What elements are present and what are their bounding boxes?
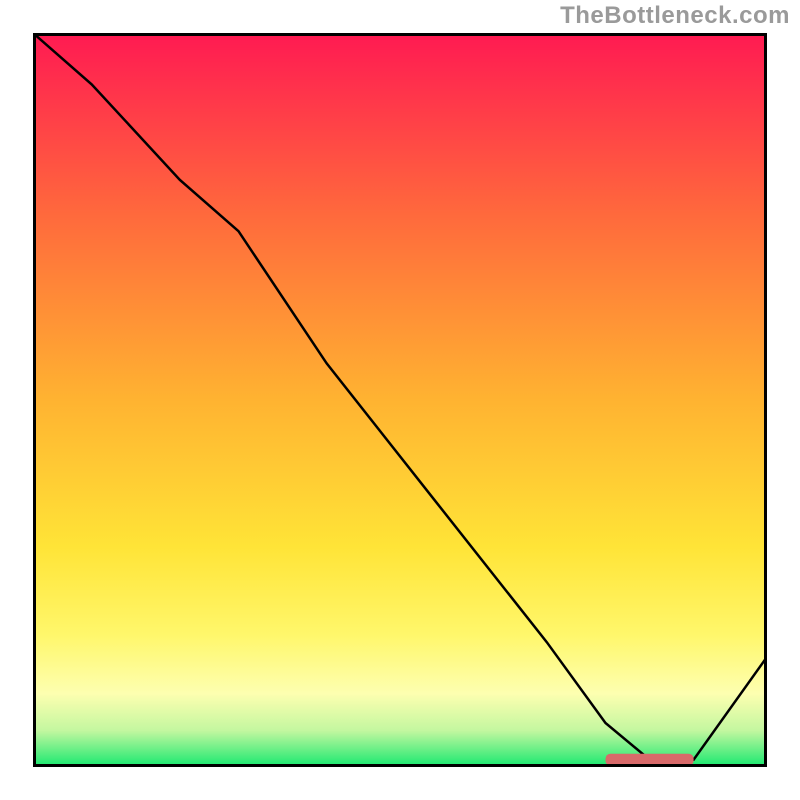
chart-svg [33,33,767,767]
watermark-text: TheBottleneck.com [560,2,790,30]
optimal-range-marker [606,754,694,766]
gradient-background [33,33,767,767]
plot-area [33,33,767,767]
chart-container: TheBottleneck.com [0,0,800,800]
